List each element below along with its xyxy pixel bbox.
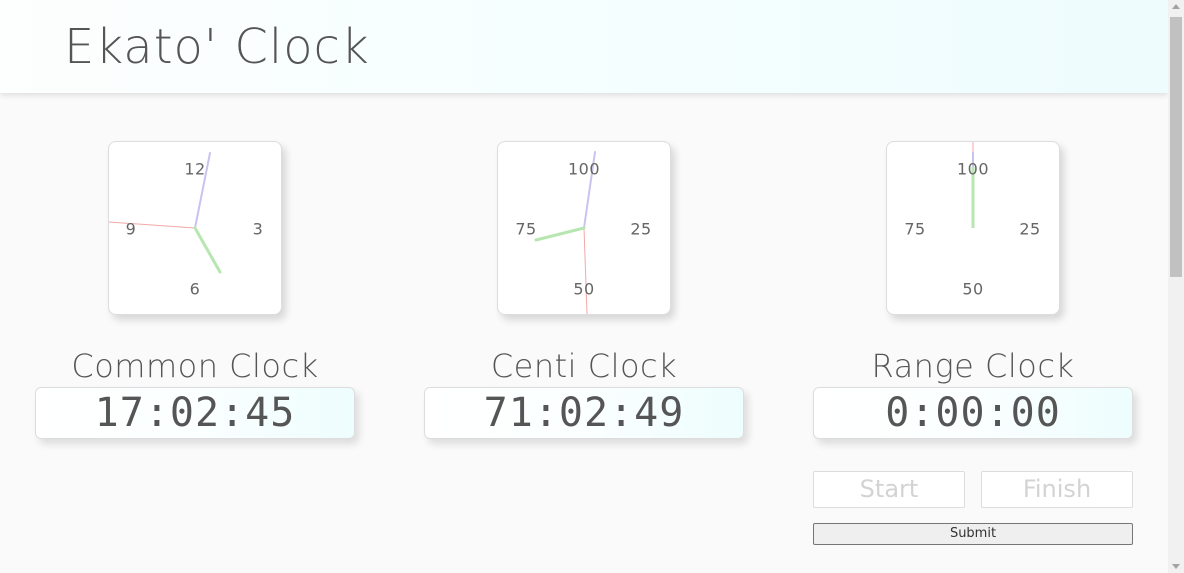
centi-clock-label: Centi Clock [490, 347, 678, 385]
submit-button[interactable]: Submit [813, 523, 1133, 545]
common-clock-number-6: 6 [189, 279, 201, 299]
common-second-hand [109, 221, 196, 229]
centi-clock-section: 100 25 50 75 Centi Clock 71:02:49 [424, 0, 744, 573]
range-clock-face: 100 25 50 75 [886, 141, 1060, 315]
common-clock-face: 12 3 6 9 [108, 141, 282, 315]
common-clock-number-3: 3 [252, 219, 264, 239]
range-clock-number-75: 75 [904, 219, 926, 239]
scrollbar-thumb[interactable] [1170, 17, 1182, 277]
vertical-scrollbar[interactable] [1168, 0, 1184, 573]
centi-clock-number-50: 50 [573, 279, 595, 299]
range-clock-number-50: 50 [962, 279, 984, 299]
centi-clock-number-100: 100 [567, 159, 601, 179]
centi-clock-number-25: 25 [630, 219, 652, 239]
common-clock-time: 17:02:45 [35, 387, 355, 439]
finish-button[interactable]: Finish [981, 471, 1133, 508]
centi-clock-time: 71:02:49 [424, 387, 744, 439]
centi-clock-number-75: 75 [515, 219, 537, 239]
range-clock-label: Range Clock [871, 347, 1075, 385]
centi-hour-hand [534, 226, 586, 242]
common-hour-hand [193, 226, 222, 274]
centi-second-hand [583, 227, 588, 314]
range-clock-time: 0:00:00 [813, 387, 1133, 439]
centi-clock-face: 100 25 50 75 [497, 141, 671, 315]
range-clock-number-25: 25 [1019, 219, 1041, 239]
scroll-down-arrow-icon[interactable] [1172, 564, 1180, 569]
common-clock-label: Common Clock [71, 347, 319, 385]
start-button[interactable]: Start [813, 471, 965, 508]
common-clock-number-9: 9 [125, 219, 137, 239]
range-clock-number-100: 100 [956, 159, 990, 179]
scroll-up-arrow-icon[interactable] [1172, 4, 1180, 9]
common-clock-number-12: 12 [184, 159, 206, 179]
common-clock-section: 12 3 6 9 Common Clock 17:02:45 [35, 0, 355, 573]
